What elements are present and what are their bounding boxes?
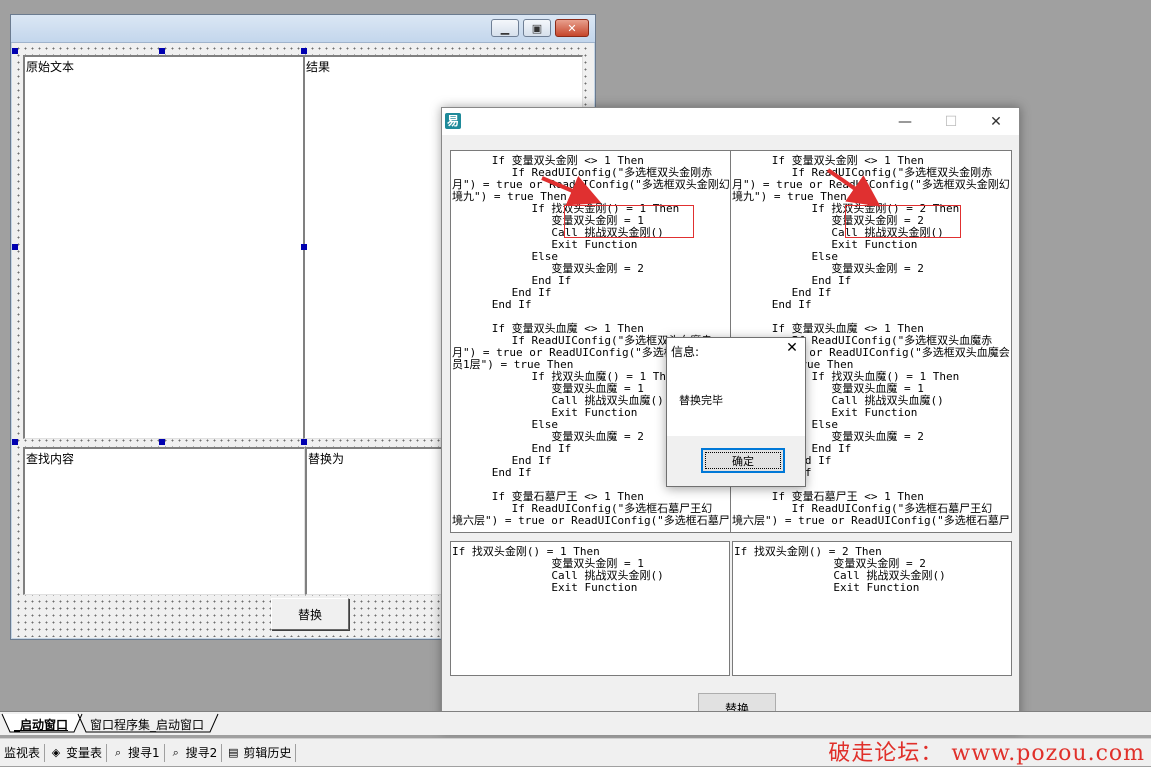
message-text: 替换完毕 <box>679 394 723 407</box>
close-button[interactable]: ✕ <box>555 19 589 37</box>
find-content-label: 查找内容 <box>26 452 75 466</box>
tab-strip: _启动窗口 窗口程序集_启动窗口 <box>0 711 1151 735</box>
red-arrow-left <box>541 175 602 206</box>
selection-handle[interactable] <box>159 48 165 54</box>
replace-code-box[interactable]: If 找双头金刚() = 2 Then 变量双头金刚 = 2 Call 挑战双头… <box>732 541 1012 676</box>
status-item-search2[interactable]: ⌕ 搜寻2 <box>165 743 223 762</box>
original-text-label: 原始文本 <box>26 60 75 74</box>
replace-with-label: 替换为 <box>308 452 345 466</box>
result-label: 结果 <box>306 60 331 74</box>
minimize-button[interactable]: ▁ <box>491 19 519 37</box>
status-item-label: 搜寻2 <box>185 746 218 760</box>
tab-startup-window[interactable]: _启动窗口 <box>8 714 74 734</box>
variables-icon: ◈ <box>51 745 61 759</box>
annotation-arrows <box>541 168 881 207</box>
clipboard-icon: ▤ <box>228 745 239 759</box>
selection-handle[interactable] <box>12 439 18 445</box>
selection-handle[interactable] <box>12 244 18 250</box>
status-item-label: 变量表 <box>66 746 103 760</box>
status-item-label: 搜寻1 <box>128 746 160 760</box>
find-code-box[interactable]: If 找双头金刚() = 1 Then 变量双头金刚 = 1 Call 挑战双头… <box>450 541 730 676</box>
status-item-label: 剪辑历史 <box>243 746 292 760</box>
status-item-clip-history[interactable]: ▤ 剪辑历史 <box>222 743 297 762</box>
status-item-search1[interactable]: ⌕ 搜寻1 <box>107 743 165 762</box>
search-icon: ⌕ <box>172 745 179 759</box>
red-arrow-right <box>826 168 881 207</box>
status-item-label: 监视表 <box>4 746 41 760</box>
status-item-variables[interactable]: ◈ 变量表 <box>45 743 108 762</box>
selection-handle[interactable] <box>12 48 18 54</box>
close-icon[interactable]: ✕ <box>781 340 803 360</box>
selection-handle[interactable] <box>301 48 307 54</box>
selection-handle[interactable] <box>301 244 307 250</box>
search-icon: ⌕ <box>114 745 122 759</box>
watermark: 破走论坛： www.pozou.com <box>828 741 1145 766</box>
ok-button[interactable]: 确定 <box>701 448 785 473</box>
selection-handle[interactable] <box>301 439 307 445</box>
tab-window-assembly[interactable]: 窗口程序集_启动窗口 <box>84 714 210 734</box>
maximize-button[interactable]: ▣ <box>523 19 551 37</box>
message-box-footer: 确定 <box>667 436 805 486</box>
message-box-title: 信息: <box>671 345 700 359</box>
selection-handle[interactable] <box>159 439 165 445</box>
original-text-box[interactable]: 原始文本 <box>23 55 305 439</box>
find-content-box[interactable]: 查找内容 <box>23 447 305 595</box>
designer-titlebar: ▁ ▣ ✕ <box>11 15 595 43</box>
status-item-watch[interactable]: 监视表 <box>0 743 46 762</box>
info-message-box: 信息: ✕ 替换完毕 确定 <box>666 337 806 487</box>
designer-replace-button[interactable]: 替换 <box>271 598 349 630</box>
